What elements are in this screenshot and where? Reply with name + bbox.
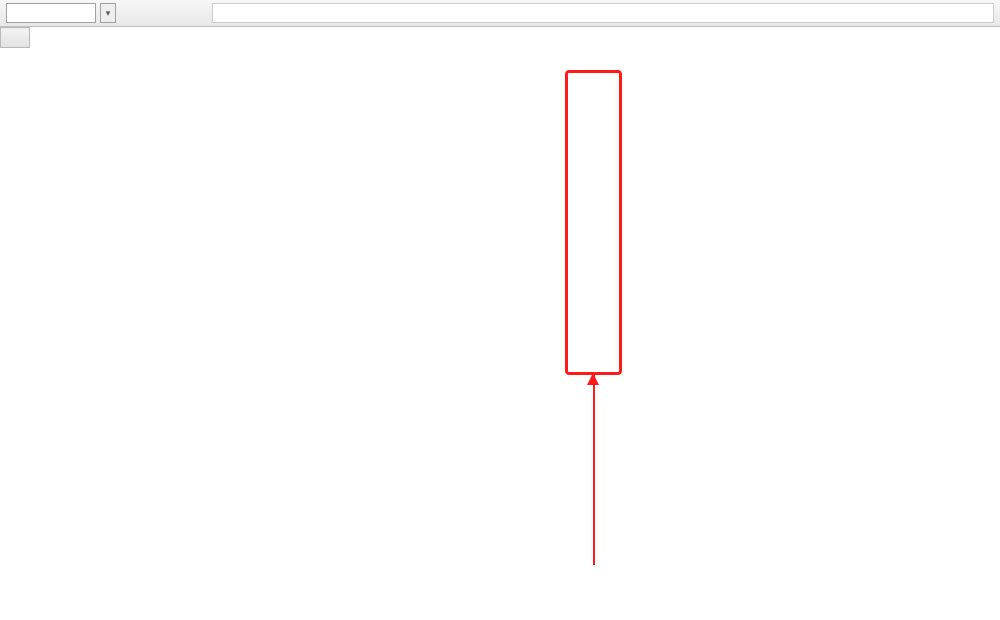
- formula-bar: ▾: [0, 0, 1000, 27]
- name-box-dropdown-icon[interactable]: ▾: [100, 3, 116, 23]
- fx-icon[interactable]: [186, 3, 208, 23]
- spreadsheet-grid[interactable]: [0, 27, 1000, 48]
- select-all-corner[interactable]: [1, 28, 30, 48]
- highlight-arrow-line: [593, 375, 595, 565]
- highlight-box: [565, 70, 622, 375]
- formula-input[interactable]: [212, 3, 994, 23]
- highlight-arrow-head-icon: [587, 373, 599, 385]
- confirm-icon[interactable]: [160, 3, 182, 23]
- cancel-icon[interactable]: [134, 3, 156, 23]
- name-box[interactable]: [6, 3, 96, 23]
- column-header-row: [1, 28, 1000, 48]
